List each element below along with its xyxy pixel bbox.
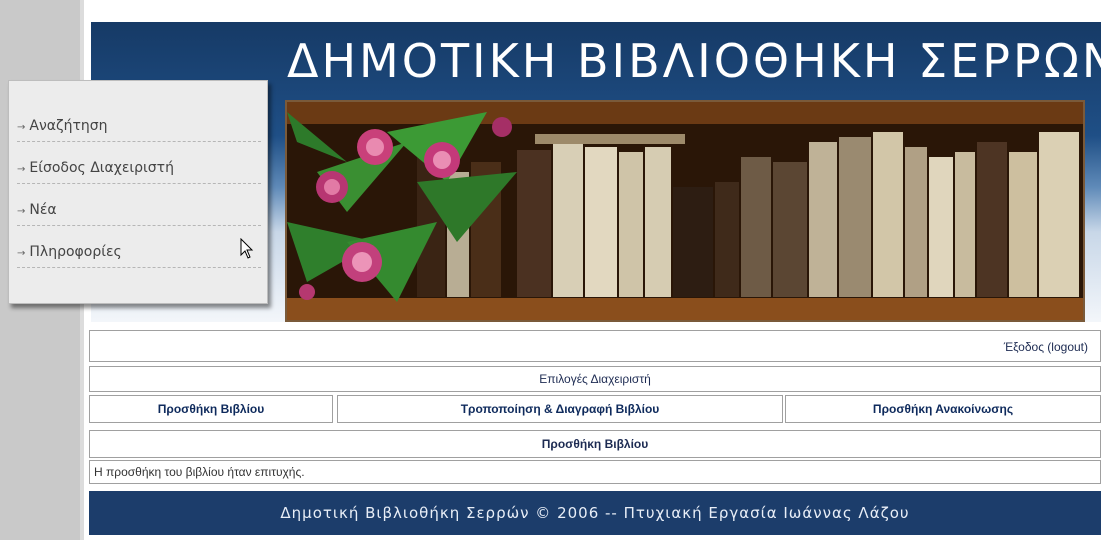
menu-item-news[interactable]: → Νέα <box>17 199 261 226</box>
add-book-action[interactable]: Προσθήκη Βιβλίου <box>89 395 333 423</box>
menu-item-label: Είσοδος Διαχειριστή <box>29 160 174 176</box>
status-message-row: Η προσθήκη του βιβλίου ήταν επιτυχής. <box>89 460 1101 484</box>
menu-item-label: Αναζήτηση <box>29 118 108 134</box>
edit-delete-book-label: Τροποποίηση & Διαγραφή Βιβλίου <box>460 402 660 416</box>
add-announcement-action[interactable]: Προσθήκη Ανακοίνωσης <box>785 395 1101 423</box>
arrow-right-icon: → <box>17 206 26 217</box>
footer-text: Δημοτική Βιβλιοθήκη Σερρών © 2006 -- Πτυ… <box>280 504 910 522</box>
add-announcement-label: Προσθήκη Ανακοίνωσης <box>872 402 1014 416</box>
admin-actions-row: Προσθήκη Βιβλίου Τροποποίηση & Διαγραφή … <box>89 395 1101 423</box>
add-book-label: Προσθήκη Βιβλίου <box>157 402 265 416</box>
admin-options-title: Επιλογές Διαχειριστή <box>539 372 651 386</box>
admin-options-header: Επιλογές Διαχειριστή <box>89 366 1101 392</box>
menu-item-admin-login[interactable]: → Είσοδος Διαχειριστή <box>17 157 261 184</box>
section-title: Προσθήκη Βιβλίου <box>541 437 649 451</box>
arrow-right-icon: → <box>17 248 26 259</box>
site-title: ΔΗΜΟΤΙΚΗ ΒΙΒΛΙΟΘΗΚΗ ΣΕΡΡΩΝ <box>287 34 1101 88</box>
arrow-right-icon: → <box>17 164 26 175</box>
menu-item-search[interactable]: → Αναζήτηση <box>17 115 261 142</box>
arrow-right-icon: → <box>17 122 26 133</box>
nav-menu: → Αναζήτηση → Είσοδος Διαχειριστή → Νέα → Πλ… <box>8 80 268 304</box>
status-message: Η προσθήκη του βιβλίου ήταν επιτυχής. <box>94 465 305 479</box>
menu-item-label: Πληροφορίες <box>29 244 122 260</box>
logout-row: Έξοδος (logout) <box>89 330 1101 362</box>
edit-delete-book-action[interactable]: Τροποποίηση & Διαγραφή Βιβλίου <box>337 395 783 423</box>
logout-link[interactable]: Έξοδος (logout) <box>1004 340 1088 354</box>
menu-item-info[interactable]: → Πληροφορίες <box>17 241 261 268</box>
site-footer: Δημοτική Βιβλιοθήκη Σερρών © 2006 -- Πτυ… <box>89 491 1101 535</box>
library-banner-image <box>285 100 1085 322</box>
menu-item-label: Νέα <box>29 202 57 218</box>
section-header: Προσθήκη Βιβλίου <box>89 430 1101 458</box>
mouse-pointer-icon <box>240 237 254 265</box>
